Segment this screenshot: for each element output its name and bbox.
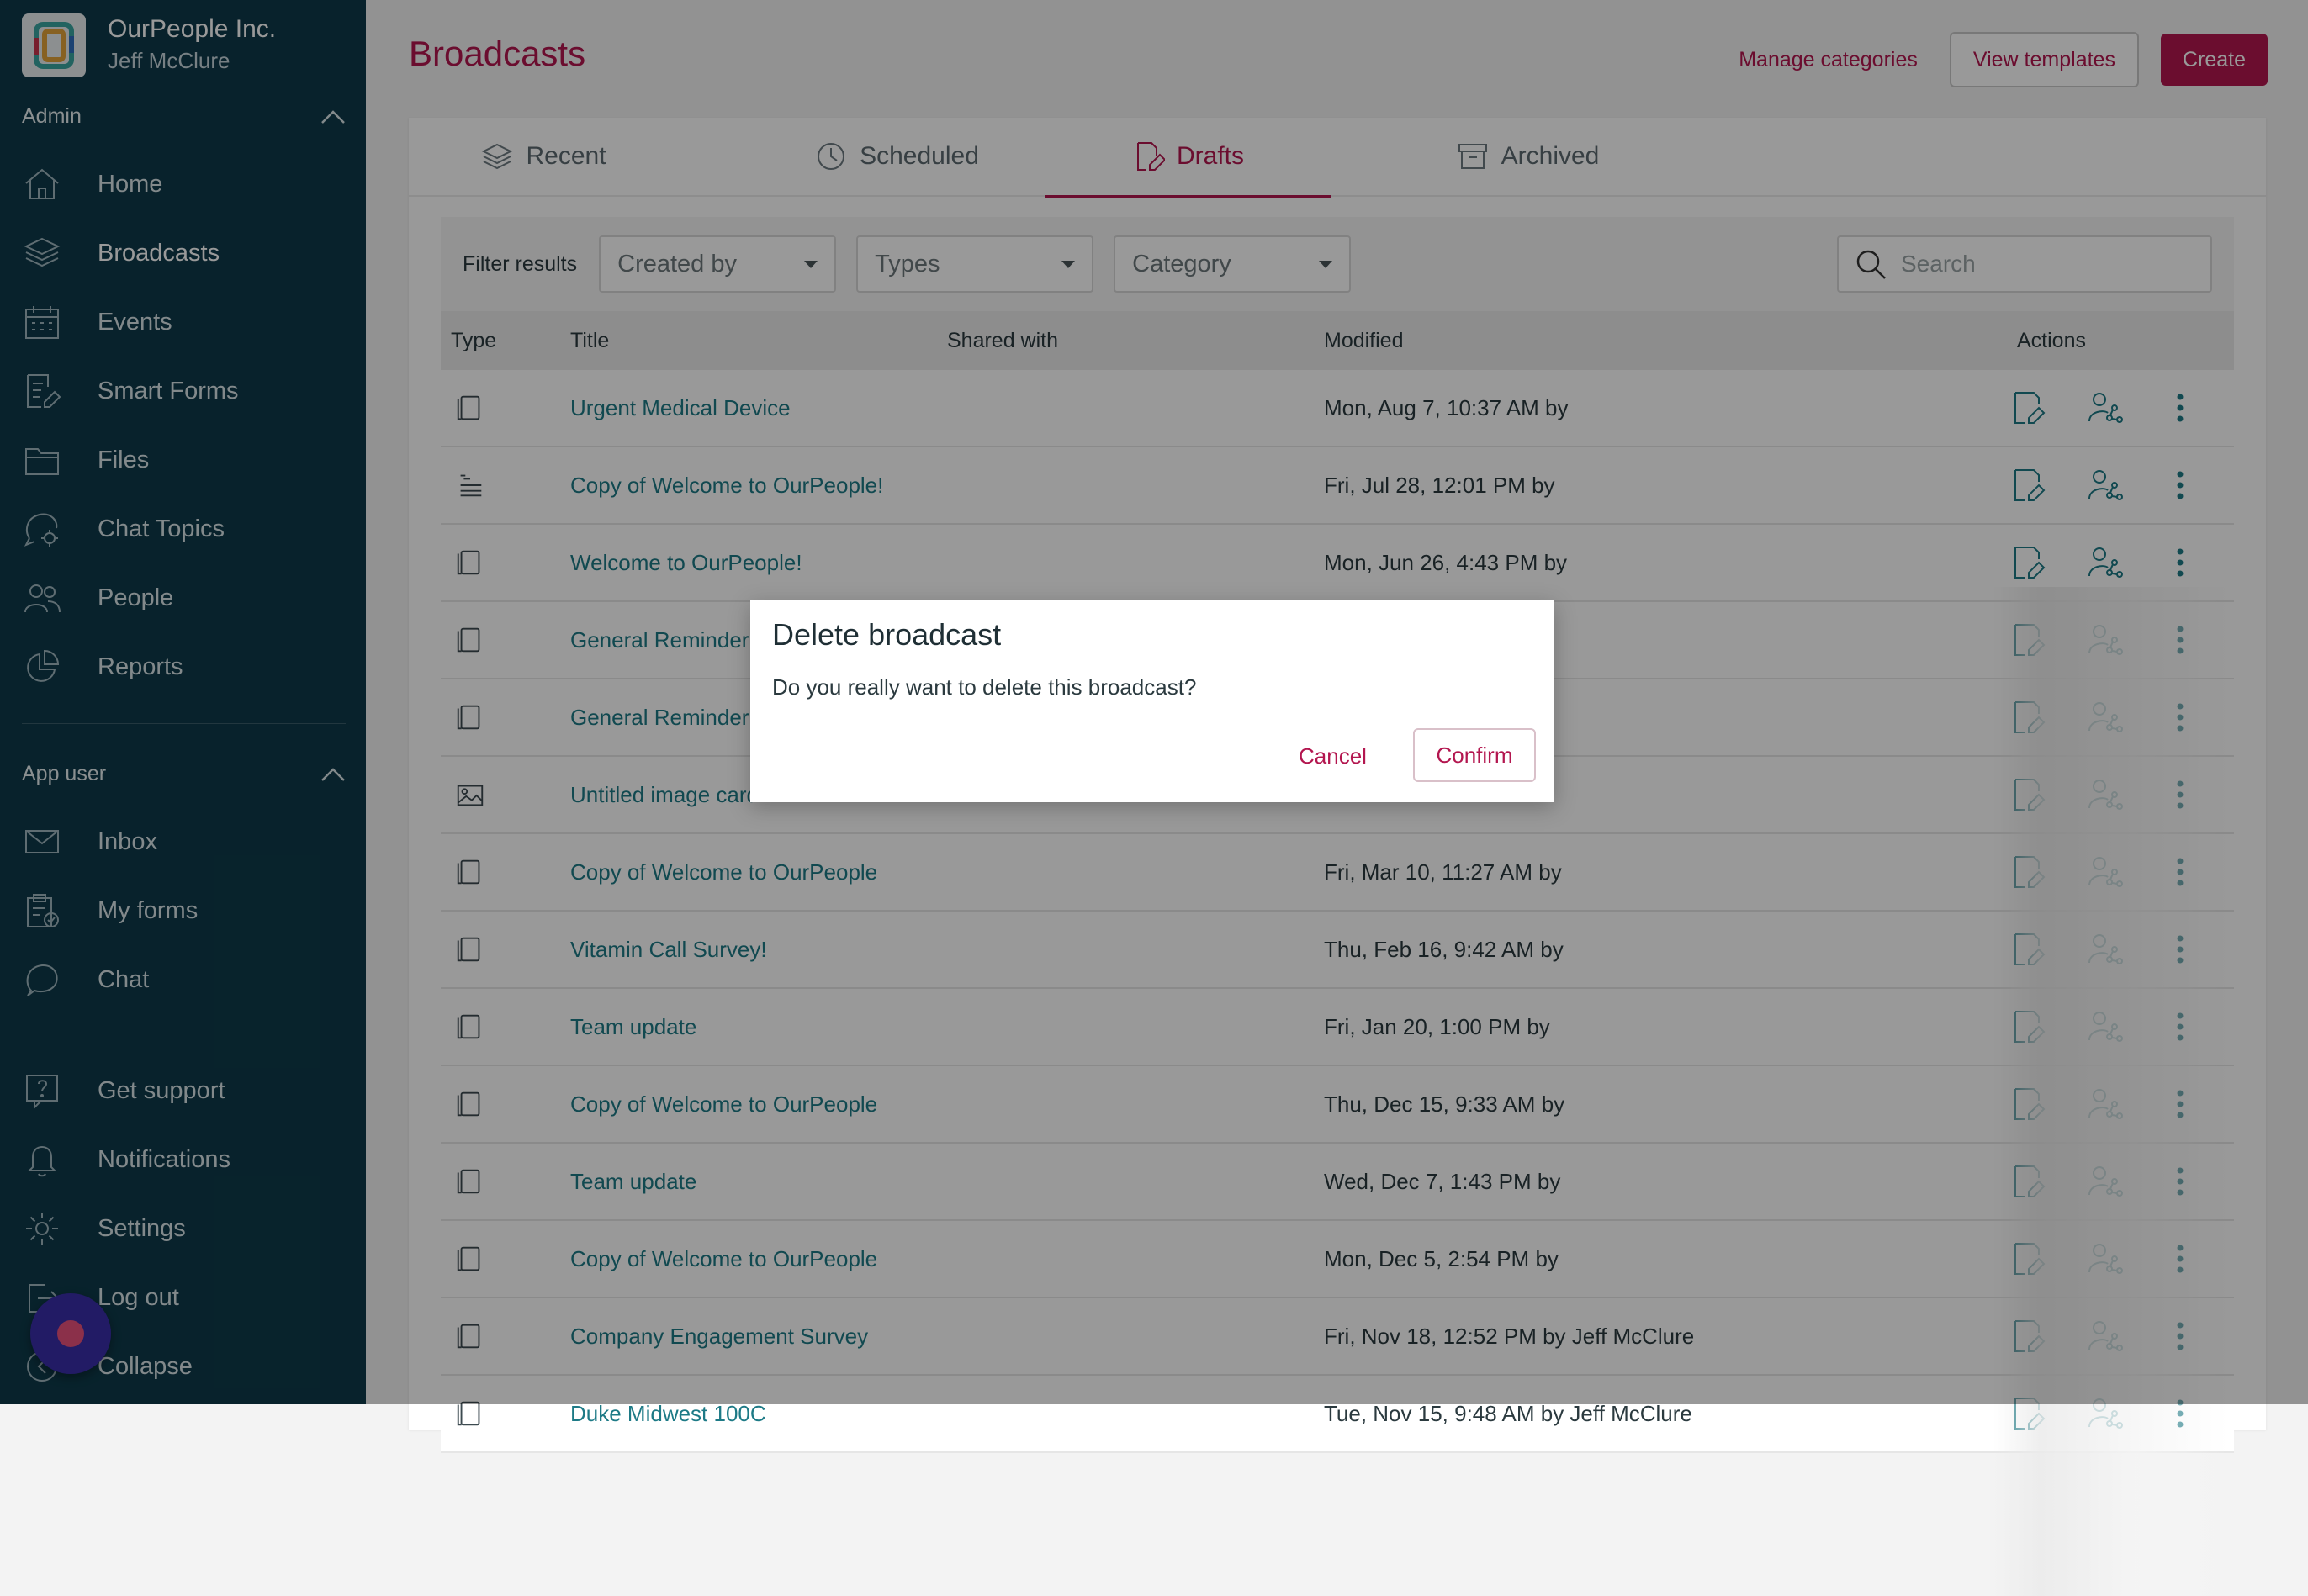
delete-broadcast-dialog: Delete broadcast Do you really want to d… [750,600,1554,802]
dialog-title: Delete broadcast [772,617,1002,652]
dialog-message: Do you really want to delete this broadc… [772,674,1197,700]
cancel-button[interactable]: Cancel [1299,730,1367,782]
confirm-button[interactable]: Confirm [1413,728,1536,782]
